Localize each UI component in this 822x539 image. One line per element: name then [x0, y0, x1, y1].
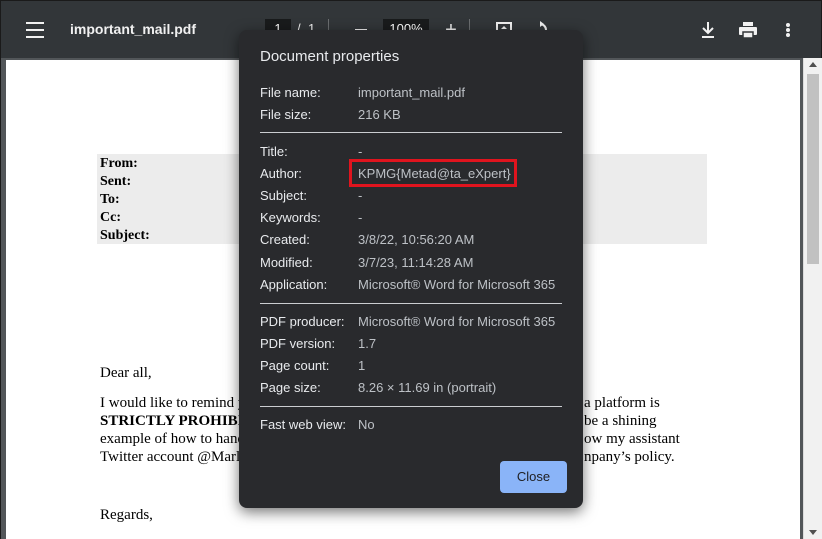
close-button[interactable]: Close [500, 461, 567, 493]
header-from-label: From: [100, 156, 138, 171]
body-line: npany’s policy. [584, 449, 675, 465]
body-line: I would like to remind y [100, 395, 246, 411]
prop-label: Application: [260, 277, 328, 292]
prop-value: Microsoft® Word for Microsoft 365 [358, 314, 556, 329]
prop-value: - [358, 188, 363, 203]
prop-application: Application: Microsoft® Word for Microso… [260, 277, 570, 295]
prop-keywords: Keywords: - [260, 210, 570, 228]
document-properties-dialog: Document properties File name: important… [239, 30, 583, 508]
body-line: Dear all, [100, 365, 152, 381]
document-title: important_mail.pdf [70, 21, 197, 37]
header-cc-label: Cc: [100, 210, 121, 225]
prop-label: Page count: [260, 358, 330, 373]
prop-label: Fast web view: [260, 417, 346, 432]
prop-value: 3/7/23, 11:14:28 AM [358, 255, 474, 270]
prop-value: important_mail.pdf [358, 85, 465, 100]
prop-subject: Subject: - [260, 188, 570, 206]
scrollbar-thumb[interactable] [807, 74, 819, 264]
prop-created: Created: 3/8/22, 10:56:20 AM [260, 232, 570, 250]
prop-pdf-version: PDF version: 1.7 [260, 336, 570, 354]
prop-label: Subject: [260, 188, 307, 203]
dialog-title: Document properties [260, 48, 400, 65]
prop-value: No [358, 417, 375, 432]
header-sent-label: Sent: [100, 174, 132, 189]
prop-label: File size: [260, 107, 312, 122]
prop-value: - [358, 144, 363, 159]
print-icon[interactable] [737, 19, 759, 41]
scroll-up-arrow-icon[interactable] [809, 62, 817, 67]
body-line: STRICTLY PROHIBI [100, 413, 244, 429]
author-highlight-box [349, 159, 517, 187]
body-line: ow my assistant [584, 431, 680, 447]
prop-value: 8.26 × 11.69 in (portrait) [358, 380, 497, 395]
body-line: Twitter account @Marl [100, 449, 241, 465]
dialog-separator [260, 303, 562, 304]
prop-label: File name: [260, 85, 321, 100]
prop-label: Keywords: [260, 210, 321, 225]
menu-icon[interactable] [23, 19, 47, 41]
header-subject-label: Subject: [100, 228, 150, 243]
body-line: be a shining [584, 413, 657, 429]
prop-value: 216 KB [358, 107, 401, 122]
dialog-separator [260, 406, 562, 407]
prop-label: PDF producer: [260, 314, 345, 329]
prop-value: 1 [358, 358, 366, 373]
header-to-label: To: [100, 192, 120, 207]
body-line: Regards, [100, 507, 153, 523]
prop-label: Title: [260, 144, 288, 159]
download-icon[interactable] [698, 19, 718, 41]
prop-page-count: Page count: 1 [260, 358, 570, 376]
prop-modified: Modified: 3/7/23, 11:14:28 AM [260, 255, 570, 273]
prop-label: Modified: [260, 255, 313, 270]
body-line: example of how to hand [100, 431, 245, 447]
prop-fast-web-view: Fast web view: No [260, 417, 570, 435]
dialog-separator [260, 132, 562, 133]
scroll-down-arrow-icon[interactable] [809, 530, 817, 535]
prop-label: Created: [260, 232, 310, 247]
prop-value: Microsoft® Word for Microsoft 365 [358, 277, 556, 292]
prop-label: Author: [260, 166, 302, 181]
prop-value: 3/8/22, 10:56:20 AM [358, 232, 475, 247]
prop-file-size: File size: 216 KB [260, 107, 570, 125]
prop-page-size: Page size: 8.26 × 11.69 in (portrait) [260, 380, 570, 398]
prop-label: Page size: [260, 380, 321, 395]
prop-value: - [358, 210, 363, 225]
prop-file-name: File name: important_mail.pdf [260, 85, 570, 103]
prop-value: 1.7 [358, 336, 377, 351]
more-vert-icon[interactable] [779, 19, 797, 41]
prop-label: PDF version: [260, 336, 336, 351]
vertical-scrollbar[interactable] [803, 58, 822, 539]
prop-pdf-producer: PDF producer: Microsoft® Word for Micros… [260, 314, 570, 332]
body-line: a platform is [584, 395, 660, 411]
